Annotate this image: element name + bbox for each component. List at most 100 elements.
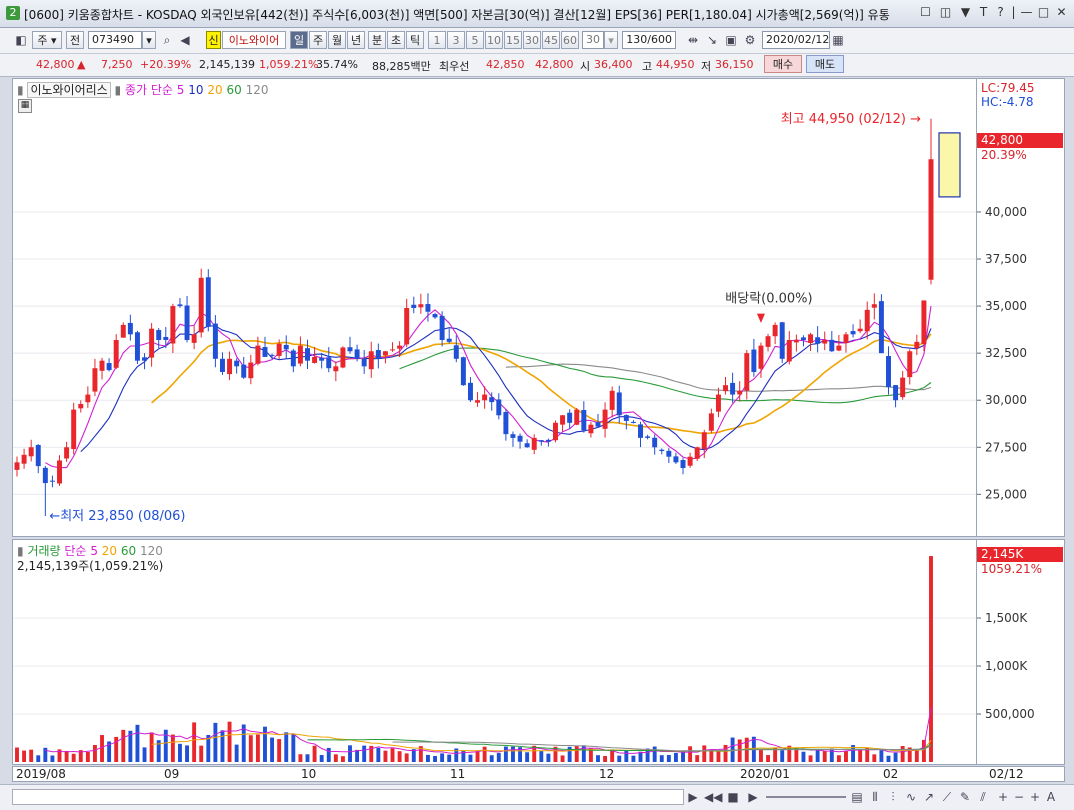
volume-bar [397, 751, 402, 762]
minute-30-button[interactable]: 30 [523, 31, 541, 49]
minute-5-button[interactable]: 5 [466, 31, 484, 49]
date-input[interactable]: 2020/02/12 [762, 31, 830, 49]
stock-code-input[interactable]: 073490 [88, 31, 142, 49]
period-second-button[interactable]: 초 [387, 31, 405, 49]
best-quote-label: 최우선 [439, 60, 470, 73]
minute-45-button[interactable]: 45 [542, 31, 560, 49]
custom-minute-input[interactable]: 30 [582, 31, 604, 49]
candle-body [460, 357, 466, 386]
candle-body [609, 390, 615, 410]
minute-3-button[interactable]: 3 [447, 31, 465, 49]
period-tick-button[interactable]: 틱 [406, 31, 424, 49]
candle-body [680, 460, 686, 468]
maximize-icon[interactable]: □ [1036, 5, 1051, 20]
candle-body [751, 349, 757, 372]
bar-count-input[interactable]: 130/600 [622, 31, 676, 49]
close-icon[interactable]: ✕ [1054, 5, 1069, 20]
stock-name-label[interactable]: 이노와이어리스 [27, 82, 111, 98]
line-tool-icon[interactable]: ⟋ [938, 788, 956, 806]
last-change-pct-tag: 20.39% [981, 148, 1027, 162]
volume-bar [376, 747, 381, 762]
grid-icon[interactable]: ▤ [848, 788, 866, 806]
stop-icon[interactable]: ■ [724, 788, 742, 806]
candle-body [127, 322, 133, 335]
auto-scale-icon[interactable]: A [1042, 788, 1060, 806]
channel-tool-icon[interactable]: ⫽ [974, 788, 992, 806]
custom-minute-dropdown[interactable]: ▾ [604, 31, 618, 49]
market-select[interactable]: 주 ▾ [32, 31, 62, 49]
drawing-tool-icon[interactable]: ✎ [956, 788, 974, 806]
candle-body [106, 363, 112, 371]
rewind-icon[interactable]: ◀◀ [704, 788, 722, 806]
layout-icon[interactable]: ◫ [938, 5, 953, 20]
minimize-icon[interactable]: — [1019, 5, 1034, 20]
sell-button[interactable]: 매도 [806, 55, 844, 73]
link-window-icon[interactable]: ☐ [918, 5, 933, 20]
pin-icon[interactable]: ▼ [958, 5, 973, 20]
save-icon[interactable]: ▣ [722, 31, 740, 49]
candle-body [553, 422, 558, 441]
font-size-icon[interactable]: T [976, 5, 991, 20]
period-minute-button[interactable]: 분 [368, 31, 386, 49]
minute-15-button[interactable]: 15 [504, 31, 522, 49]
gear-icon[interactable]: ⚙ [741, 31, 759, 49]
volume-bar [787, 745, 792, 762]
candle-body [538, 440, 544, 442]
zoom-slider[interactable] [766, 796, 846, 798]
price-chart[interactable]: 최고 44,950 (02/12) → ←최저 23,850 (08/06) 배당락… [13, 79, 976, 536]
draw-tool-icon[interactable]: ↘ [703, 31, 721, 49]
best-ask: 42,850 [486, 58, 525, 71]
price-chart-panel[interactable]: 최고 44,950 (02/12) → ←최저 23,850 (08/06) 배당락… [12, 78, 977, 537]
candle-body [723, 385, 729, 392]
volume-value: 2,145,139 [199, 58, 255, 71]
period-year-button[interactable]: 년 [347, 31, 365, 49]
prev-button[interactable]: 전 [66, 31, 84, 49]
vol-ma5-label: 5 [90, 544, 98, 558]
candle-body [708, 413, 714, 431]
play-icon[interactable]: ▶ [744, 788, 762, 806]
volume-bar [362, 745, 367, 762]
candle-body [49, 480, 55, 482]
scroll-right-icon[interactable]: ▶ [684, 788, 702, 806]
code-dropdown-button[interactable]: ▾ [142, 31, 156, 49]
calendar-icon[interactable]: ▦ [829, 31, 847, 49]
ma-type-label: 종가 단순 [124, 83, 173, 97]
minute-60-button[interactable]: 60 [561, 31, 579, 49]
minute-10-button[interactable]: 10 [485, 31, 503, 49]
calculator-icon[interactable]: ▦ [18, 99, 32, 113]
candle-body [659, 449, 665, 452]
period-day-button[interactable]: 일 [290, 31, 308, 49]
volume-bar [511, 746, 515, 762]
trend-tool-icon[interactable]: ↗ [920, 788, 938, 806]
line-style-icon[interactable]: ∿ [902, 788, 920, 806]
volume-bar [121, 729, 126, 762]
ma10-label: 10 [188, 83, 204, 97]
candle-body [737, 390, 743, 395]
chart-settings-icon[interactable]: ◧ [12, 31, 30, 49]
horizontal-scrollbar[interactable] [12, 789, 684, 805]
high-price: 44,950 [656, 58, 695, 71]
zoom-icon[interactable]: ⇹ [684, 31, 702, 49]
candle-body [163, 336, 169, 340]
buy-button[interactable]: 매수 [764, 55, 802, 73]
volume-chart-panel[interactable]: ▮ 거래량 단순 5 20 60 120 2,145,139주(1,059.21… [12, 539, 977, 765]
volume-bar [50, 755, 55, 762]
volume-bar [844, 750, 848, 762]
candle-body [517, 435, 523, 442]
price-legend: ▮ 이노와이어리스 ▮ 종가 단순 5 10 20 60 120 [17, 81, 269, 98]
volume-bar [64, 750, 69, 762]
volume-bar [199, 745, 204, 762]
period-week-button[interactable]: 주 [309, 31, 327, 49]
sound-icon[interactable]: ◀ [176, 31, 194, 49]
search-icon[interactable]: ⌕ [158, 31, 176, 49]
candle-body [482, 394, 488, 401]
price-tick-label: 37,500 [985, 252, 1027, 266]
candle-body [893, 385, 899, 401]
minute-1-button[interactable]: 1 [428, 31, 446, 49]
volume-bar [702, 745, 707, 762]
period-month-button[interactable]: 월 [328, 31, 346, 49]
volume-bar [312, 745, 317, 762]
bar-style-icon[interactable]: ⫶ [884, 788, 902, 806]
candle-style-icon[interactable]: ⫴ [866, 788, 884, 806]
volume-bar [695, 755, 700, 762]
